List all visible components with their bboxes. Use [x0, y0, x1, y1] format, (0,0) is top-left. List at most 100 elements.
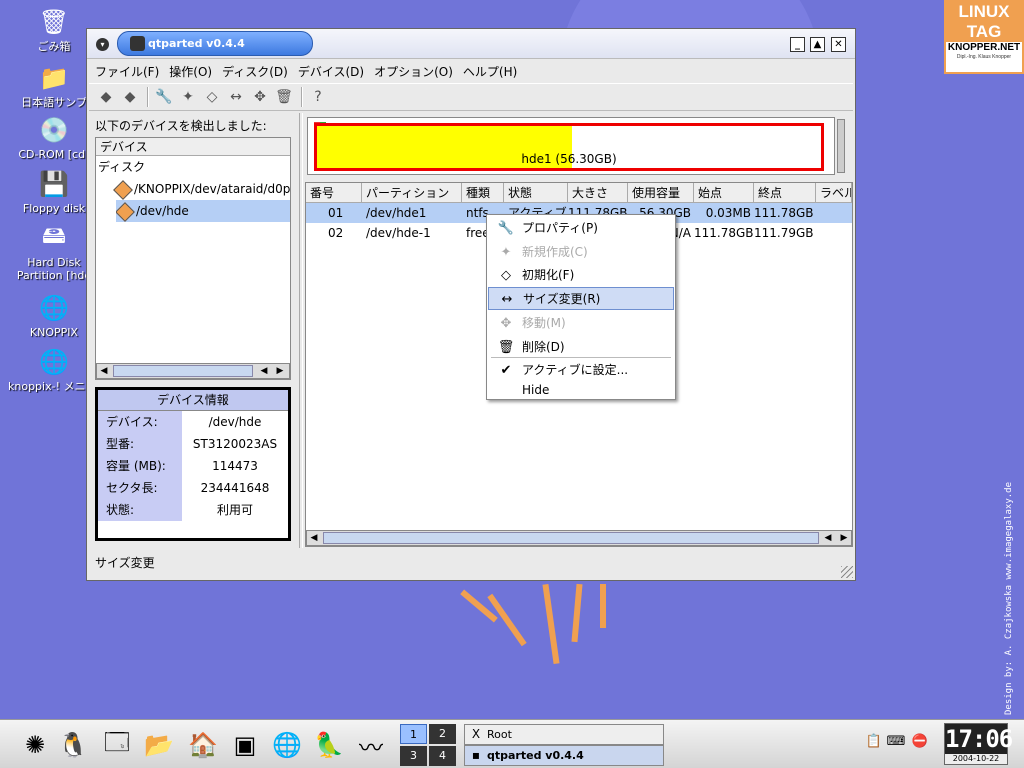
floppy-icon: 💾 [39, 170, 69, 198]
column-header[interactable]: 終点 [754, 183, 816, 202]
properties-icon[interactable]: 🔧 [153, 86, 175, 108]
toolbar-separator [301, 87, 303, 107]
network-icon[interactable]: ⛔ [910, 732, 930, 752]
menu-item-label: プロパティ(P) [522, 221, 598, 235]
scroll-left-icon[interactable]: ◀ [257, 364, 271, 378]
knoppix-penguin-icon[interactable]: 🐧 [56, 728, 90, 762]
resize-icon[interactable]: ↔ [225, 86, 247, 108]
commit-icon[interactable]: ◆ [119, 86, 141, 108]
tree-group-disk[interactable]: ディスク [96, 156, 290, 178]
pager-desktop-3[interactable]: 3 [400, 746, 427, 766]
pager-desktop-1[interactable]: 1 [400, 724, 427, 744]
table-cell [816, 223, 852, 243]
menu-device[interactable]: デバイス(D) [298, 63, 364, 80]
table-cell: 111.78GB [694, 226, 754, 240]
desktop-pager: 1 2 3 4 [400, 724, 458, 766]
menu-item-properties[interactable]: 🔧 プロパティ(P) [488, 217, 674, 240]
undo-icon[interactable]: ◆ [95, 86, 117, 108]
column-header[interactable]: 使用容量 [628, 183, 694, 202]
pager-desktop-4[interactable]: 4 [429, 746, 456, 766]
tree-header[interactable]: デバイス [96, 138, 290, 156]
menu-options[interactable]: オプション(O) [374, 63, 453, 80]
menu-item-hide[interactable]: Hide [488, 379, 674, 402]
scroll-left-icon[interactable]: ◀ [307, 531, 321, 545]
create-icon[interactable]: ✦ [177, 86, 199, 108]
klipper-icon[interactable]: 📋 [864, 732, 884, 752]
openoffice-icon[interactable]: 〰 [354, 728, 388, 762]
browser-icon[interactable]: 🌐 [270, 728, 304, 762]
device-info-value: 234441648 [200, 481, 270, 495]
toolbar: ◆ ◆ 🔧 ✦ ◇ ↔ ✥ 🗑 ? [89, 83, 853, 111]
menu-item-move[interactable]: ✥ 移動(M) [488, 312, 674, 335]
close-button[interactable]: ✕ [831, 37, 846, 52]
menu-item-create[interactable]: ✦ 新規作成(C) [488, 241, 674, 264]
design-credit: Design by: A. Czajkowska www.imagegalaxy… [1004, 482, 1014, 715]
scroll-right-icon[interactable]: ▶ [837, 531, 851, 545]
kde-menu-icon[interactable]: ✺ [18, 728, 52, 762]
scroll-left-icon[interactable]: ◀ [821, 531, 835, 545]
table-cell: /dev/hde1 [366, 206, 427, 220]
menu-item-format[interactable]: ◇ 初期化(F) [488, 264, 674, 287]
pager-desktop-2[interactable]: 2 [429, 724, 456, 744]
table-horizontal-scrollbar[interactable]: ◀ ◀ ▶ [306, 530, 852, 546]
show-desktop-icon[interactable]: 🗔 [100, 728, 134, 762]
maximize-button[interactable]: ▲ [810, 37, 825, 52]
menu-operation[interactable]: 操作(O) [169, 63, 212, 80]
background-ray [571, 583, 583, 643]
window-menu-button[interactable]: ▾ [96, 38, 109, 51]
move-icon: ✥ [500, 316, 512, 331]
menu-file[interactable]: ファイル(F) [95, 63, 159, 80]
logo-line1: LINUX [946, 2, 1022, 22]
move-icon[interactable]: ✥ [249, 86, 271, 108]
menu-item-delete[interactable]: 🗑 削除(D) [488, 336, 674, 359]
task-qtparted[interactable]: ▪ qtparted v0.4.4 [464, 745, 664, 766]
disk-map: hde1 (56.30GB) [307, 117, 835, 175]
tree-horizontal-scrollbar[interactable]: ◀ ◀ ▶ [96, 363, 290, 379]
title-bar[interactable]: ▾ qtparted v0.4.4 _ ▲ ✕ [87, 29, 855, 59]
task-label: Root [487, 728, 512, 741]
partition-bar-label: hde1 (56.30GB) [521, 152, 617, 166]
format-icon[interactable]: ◇ [201, 86, 223, 108]
menu-item-resize[interactable]: ↔ サイズ変更(R) [488, 287, 674, 310]
table-cell: 0.03MB [705, 206, 751, 220]
tree-item-hde[interactable]: /dev/hde [116, 200, 290, 222]
column-header[interactable]: ラベル [816, 183, 852, 202]
scroll-right-icon[interactable]: ▶ [273, 364, 287, 378]
column-header[interactable]: 始点 [694, 183, 754, 202]
column-header[interactable]: 番号 [306, 183, 362, 202]
menu-disk[interactable]: ディスク(D) [222, 63, 288, 80]
table-cell: /dev/hde-1 [366, 226, 431, 240]
column-header[interactable]: パーティション [362, 183, 462, 202]
column-header[interactable]: 状態 [504, 183, 568, 202]
menu-help[interactable]: ヘルプ(H) [463, 63, 517, 80]
minimize-button[interactable]: _ [790, 37, 805, 52]
clock[interactable]: 17:06 2004-10-22 [944, 723, 1013, 765]
disk-map-scrollbar[interactable] [837, 119, 845, 173]
terminal-icon[interactable]: ▣ [228, 728, 262, 762]
pane-splitter[interactable] [299, 113, 303, 548]
file-manager-icon[interactable]: 📂 [142, 728, 176, 762]
menu-separator [491, 357, 671, 358]
device-info-key: 型番: [98, 433, 182, 455]
home-icon[interactable]: 🏠 [186, 728, 220, 762]
task-root[interactable]: X Root [464, 724, 664, 745]
create-icon: ✦ [500, 245, 512, 260]
partition-bar-hde1[interactable]: hde1 (56.30GB) [314, 123, 824, 171]
delete-icon[interactable]: 🗑 [273, 86, 295, 108]
keyboard-layout-icon[interactable]: ⌨ [886, 732, 906, 752]
resize-grip[interactable] [841, 566, 853, 578]
column-header[interactable]: 大きさ [568, 183, 628, 202]
column-header[interactable]: 種類 [462, 183, 504, 202]
folder-icon: 📁 [39, 64, 69, 92]
title-tab[interactable]: qtparted v0.4.4 [117, 31, 313, 56]
office-icon[interactable]: 🦜 [312, 728, 346, 762]
scroll-thumb[interactable] [323, 532, 819, 544]
scroll-thumb[interactable] [113, 365, 253, 377]
scroll-left-icon[interactable]: ◀ [97, 364, 111, 378]
tree-item-ataraid[interactable]: /KNOPPIX/dev/ataraid/d0p [96, 178, 290, 200]
logo-line3: KNOPPER.NET [947, 42, 1021, 53]
cdrom-icon: 💿 [39, 116, 69, 144]
knoppix-menu-icon: 🌐 [39, 348, 69, 376]
qtparted-icon: ▪ [471, 748, 481, 762]
whats-this-icon[interactable]: ? [307, 86, 329, 108]
